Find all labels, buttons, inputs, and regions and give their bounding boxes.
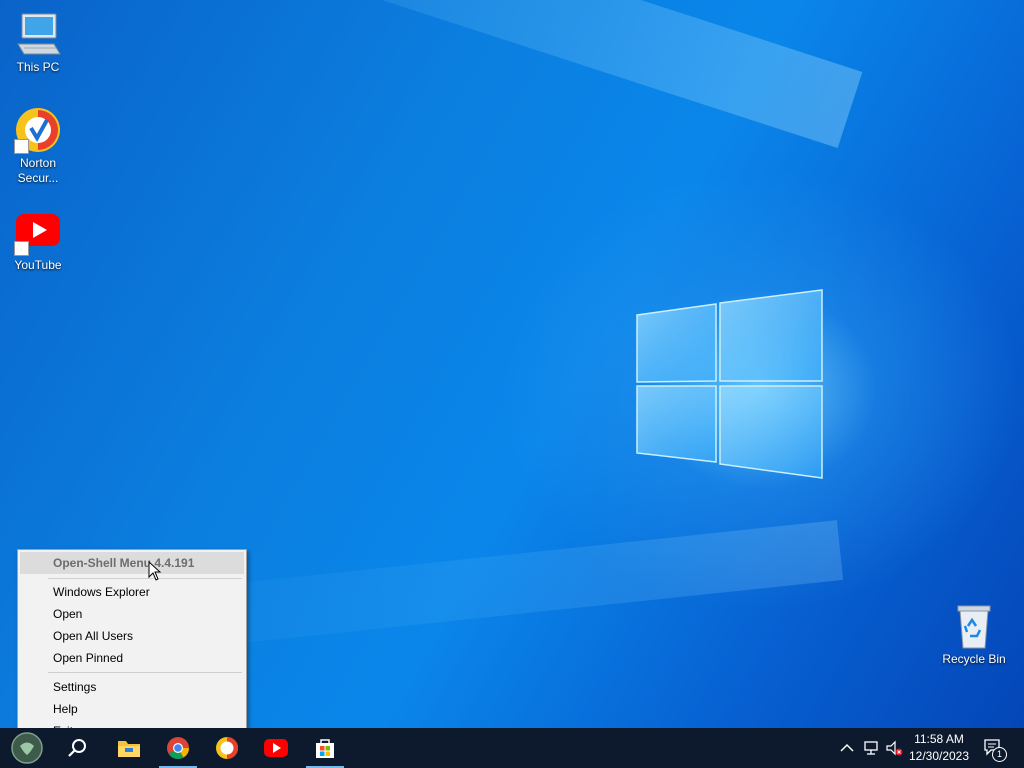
search-icon <box>68 739 86 757</box>
file-explorer-button[interactable] <box>106 728 152 768</box>
start-button[interactable] <box>4 728 50 768</box>
store-button[interactable] <box>302 728 348 768</box>
desktop-icon-label: This PC <box>16 60 60 74</box>
menu-item-help[interactable]: Help <box>20 698 244 720</box>
store-icon <box>316 739 334 758</box>
network-icon[interactable] <box>862 739 880 757</box>
menu-header-version: Open-Shell Menu 4.4.191 <box>20 552 244 574</box>
show-hidden-icons-chevron-icon[interactable] <box>838 739 856 757</box>
computer-icon <box>17 13 61 55</box>
folder-icon <box>118 741 140 757</box>
clock-time: 11:58 AM <box>914 732 964 746</box>
desktop-icon-recycle-bin[interactable]: Recycle Bin <box>936 602 1012 667</box>
clock-date: 12/30/2023 <box>908 749 970 763</box>
desktop-icon-this-pc[interactable]: This PC <box>0 10 76 75</box>
clock[interactable]: 11:58 AM 12/30/2023 <box>903 731 975 765</box>
norton-button[interactable] <box>204 728 250 768</box>
desktop-icon-label: YouTube <box>14 258 62 272</box>
chrome-button[interactable] <box>155 728 201 768</box>
shortcut-arrow-icon <box>14 139 29 154</box>
windows-logo-wallpaper <box>636 289 823 479</box>
youtube-icon <box>264 739 288 757</box>
open-shell-icon <box>11 732 43 764</box>
menu-item-settings[interactable]: Settings <box>20 676 244 698</box>
shortcut-arrow-icon <box>14 241 29 256</box>
menu-item-open[interactable]: Open <box>20 603 244 625</box>
volume-muted-icon[interactable] <box>885 739 903 757</box>
search-button[interactable] <box>54 728 100 768</box>
open-shell-context-menu: Open-Shell Menu 4.4.191 Windows Explorer… <box>17 549 247 744</box>
menu-item-open-all-users[interactable]: Open All Users <box>20 625 244 647</box>
norton-icon <box>216 737 238 759</box>
chrome-icon <box>167 737 189 759</box>
menu-separator <box>48 578 242 579</box>
notification-count-badge: 1 <box>992 747 1007 762</box>
recycle-bin-icon <box>957 605 991 649</box>
desktop-icon-label: Recycle Bin <box>942 652 1006 666</box>
desktop-icon-label: Norton Secur... <box>17 156 59 185</box>
youtube-button[interactable] <box>253 728 299 768</box>
mouse-cursor-icon <box>148 561 162 581</box>
desktop-icon-norton[interactable]: Norton Secur... <box>0 106 76 186</box>
menu-separator <box>48 672 242 673</box>
menu-item-open-pinned[interactable]: Open Pinned <box>20 647 244 669</box>
desktop-icon-youtube[interactable]: YouTube <box>0 208 76 273</box>
menu-item-windows-explorer[interactable]: Windows Explorer <box>20 581 244 603</box>
light-beam <box>86 0 863 149</box>
taskbar: 11:58 AM 12/30/2023 <box>0 728 1024 768</box>
